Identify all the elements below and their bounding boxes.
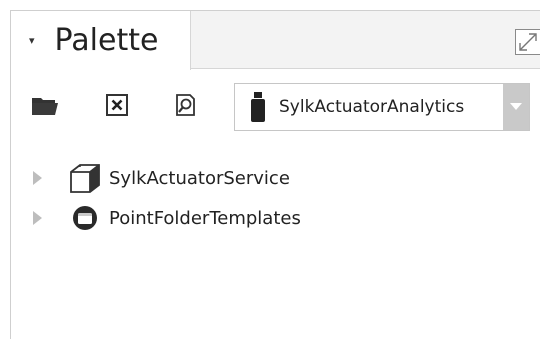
find-icon xyxy=(176,94,195,116)
tree-item-sylk-actuator-service[interactable]: SylkActuatorService xyxy=(11,161,531,195)
expand-arrow-icon[interactable] xyxy=(33,171,43,185)
tree-item-label: SylkActuatorService xyxy=(109,167,290,189)
folder-open-icon xyxy=(32,98,58,115)
tab-bar: ▾ Palette xyxy=(11,11,540,70)
palette-module-select[interactable]: SylkActuatorAnalytics xyxy=(234,83,530,131)
tab-palette[interactable]: ▾ Palette xyxy=(11,11,191,70)
jar-icon xyxy=(243,84,273,130)
selected-module: SylkActuatorAnalytics xyxy=(279,97,465,117)
chevron-down-icon xyxy=(510,103,522,110)
tree-item-point-folder-templates[interactable]: PointFolderTemplates xyxy=(11,201,531,235)
folder-template-icon xyxy=(67,203,103,233)
palette-panel: ▾ Palette SylkActuatorAnalytics SylkActu… xyxy=(10,10,540,339)
expand-arrow-icon[interactable] xyxy=(33,211,43,225)
tree-item-label: PointFolderTemplates xyxy=(109,207,301,229)
maximize-icon xyxy=(519,33,537,51)
dropdown-arrow[interactable] xyxy=(503,84,529,130)
service-cube-icon xyxy=(67,163,103,193)
tab-title: Palette xyxy=(54,23,159,58)
find-palette-button[interactable] xyxy=(171,93,199,117)
close-palette-button[interactable] xyxy=(103,93,131,117)
open-palette-button[interactable] xyxy=(31,93,59,117)
close-box-icon xyxy=(106,94,128,116)
tab-collapse-caret[interactable]: ▾ xyxy=(29,34,35,47)
maximize-button[interactable] xyxy=(515,29,540,55)
